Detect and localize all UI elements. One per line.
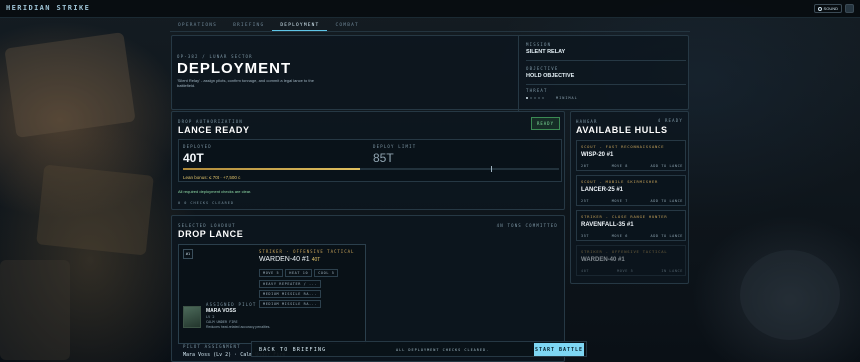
threat-value: MINIMAL — [556, 96, 578, 100]
pilot-card: ASSIGNED PILOT MARA VOSS LV 2 CALM UNDER… — [183, 302, 283, 335]
available-hulls-title: AVAILABLE HULLS — [576, 125, 668, 135]
pilot-avatar — [183, 306, 201, 328]
weapon-chip: HEAVY REPEATER / ... — [259, 280, 322, 288]
hull-card[interactable]: SCOUT - FAST RECONNAISSANCE WISP-20 #1 2… — [576, 140, 686, 171]
add-to-lance-button[interactable]: ADD TO LANCE — [651, 199, 684, 203]
objective-value: HOLD OBJECTIVE — [526, 73, 575, 79]
mech-name-text: WARDEN-40 #1 — [259, 256, 310, 263]
tab-briefing[interactable]: BRIEFING — [225, 20, 272, 31]
slot-badge: #1 — [183, 249, 193, 259]
pilot-level: LV 2 — [206, 315, 215, 319]
hull-name: LANCER-25 #1 — [581, 187, 624, 193]
pilot-name: MARA VOSS — [206, 308, 237, 314]
nav-tabs: OPERATIONS BRIEFING DEPLOYMENT COMBAT — [170, 20, 690, 32]
selected-loadout-label: SELECTED LOADOUT — [178, 223, 236, 228]
toggle-dot-icon — [817, 6, 822, 11]
deployed-label: DEPLOYED — [183, 144, 212, 149]
hangar-panel: HANGAR 4 READY AVAILABLE HULLS SCOUT - F… — [570, 111, 689, 284]
hull-move: MOVE 6 — [611, 234, 628, 238]
lean-threshold-marker — [491, 166, 493, 172]
sound-toggle-label: SOUND — [823, 6, 838, 11]
tab-deployment[interactable]: DEPLOYMENT — [272, 20, 328, 31]
hull-class: STRIKER - CLOSE RANGE HUNTER — [581, 214, 668, 219]
hull-move: MOVE 5 — [617, 269, 634, 273]
checks-cleared: 0 0 CHECKS CLEARED — [178, 201, 234, 205]
drop-lance-title: DROP LANCE — [178, 229, 244, 239]
sector-label: OP-382 / LUNAR SECTOR — [177, 54, 253, 59]
page-title: DEPLOYMENT — [177, 60, 292, 77]
stat-heat: HEAT 10 — [285, 269, 313, 277]
top-bar: HERIDIAN STRIKE SOUND — [0, 0, 860, 18]
pilot-perk: CALM UNDER FIRE — [206, 320, 238, 324]
add-to-lance-button[interactable]: ADD TO LANCE — [651, 234, 684, 238]
in-lance-label: IN LANCE — [661, 269, 683, 273]
mech-class: STRIKER - OFFENSIVE TACTICAL — [259, 249, 355, 254]
tonnage-bar — [183, 166, 559, 172]
mech-stats: MOVE 5 HEAT 10 COOL 5 — [259, 269, 365, 277]
deployment-header: OP-382 / LUNAR SECTOR DEPLOYMENT 'Silent… — [171, 35, 689, 111]
tab-combat[interactable]: COMBAT — [327, 20, 366, 31]
tonnage-bar-fill — [183, 168, 360, 170]
hull-name: RAVENFALL-35 #1 — [581, 222, 634, 228]
hull-class: STRIKER - OFFENSIVE TACTICAL — [581, 249, 668, 254]
back-to-briefing-button[interactable]: BACK TO BRIEFING — [256, 345, 329, 354]
stat-move: MOVE 5 — [259, 269, 284, 277]
threat-label: THREAT — [526, 88, 548, 93]
hull-name: WARDEN-40 #1 — [581, 257, 625, 263]
hull-tons: 40T — [581, 269, 590, 273]
tons-committed: 4N TONS COMMITTED — [496, 223, 558, 228]
mission-label: MISSION — [526, 42, 552, 47]
pilot-assignment-label: PILOT ASSIGNMENT — [183, 344, 241, 349]
hangar-count: 4 READY — [657, 118, 683, 123]
lance-ready-title: LANCE READY — [178, 125, 250, 135]
app-title: HERIDIAN STRIKE — [6, 4, 91, 12]
pilot-perk-description: Reduces heat-related accuracy penalties. — [206, 325, 271, 329]
sound-toggle[interactable]: SOUND — [813, 4, 842, 13]
mission-info: MISSION SILENT RELAY OBJECTIVE HOLD OBJE… — [518, 36, 688, 111]
weapon-chip: MEDIUM MISSILE RA... — [259, 290, 322, 298]
hull-name: WISP-20 #1 — [581, 152, 614, 158]
lean-bonus-text: Lean bonus: ≤ 70t · +7,500 c — [183, 175, 241, 180]
tonnage-meter: DEPLOYED 40T DEPLOY LIMIT 85T Lean bonus… — [178, 139, 562, 182]
hull-card-in-lance: STRIKER - OFFENSIVE TACTICAL WARDEN-40 #… — [576, 245, 686, 276]
hull-class: SCOUT - MOBILE SKIRMISHER — [581, 179, 659, 184]
hull-card[interactable]: SCOUT - MOBILE SKIRMISHER LANCER-25 #1 2… — [576, 175, 686, 206]
start-battle-button[interactable]: START BATTLE — [534, 343, 584, 356]
mech-tons: 40T — [311, 257, 321, 263]
lance-ready-panel: DROP AUTHORIZATION LANCE READY READY DEP… — [171, 111, 565, 210]
tab-operations[interactable]: OPERATIONS — [170, 20, 225, 31]
deployed-value: 40T — [183, 151, 204, 165]
ready-badge: READY — [530, 117, 560, 130]
stat-cool: COOL 5 — [314, 269, 339, 277]
threat-meter: MINIMAL — [526, 96, 686, 100]
limit-label: DEPLOY LIMIT — [373, 144, 417, 149]
drop-lance-panel: SELECTED LOADOUT DROP LANCE 4N TONS COMM… — [171, 215, 565, 362]
hull-move: MOVE 8 — [611, 164, 628, 168]
page-description: 'Silent Relay' - assign pilots, confirm … — [177, 78, 314, 88]
drop-authorization-label: DROP AUTHORIZATION — [178, 119, 243, 124]
hull-tons: 35T — [581, 234, 590, 238]
deployment-status: ALL DEPLOYMENT CHECKS CLEARED. — [396, 348, 490, 352]
hull-card[interactable]: STRIKER - CLOSE RANGE HUNTER RAVENFALL-3… — [576, 210, 686, 241]
limit-value: 85T — [373, 151, 394, 165]
mission-value: SILENT RELAY — [526, 49, 566, 55]
menu-button[interactable] — [845, 4, 854, 13]
hull-tons: 25T — [581, 199, 590, 203]
hull-class: SCOUT - FAST RECONNAISSANCE — [581, 144, 665, 149]
hull-move: MOVE 7 — [611, 199, 628, 203]
objective-label: OBJECTIVE — [526, 66, 559, 71]
hangar-label: HANGAR — [576, 119, 598, 124]
assigned-pilot-label: ASSIGNED PILOT — [206, 302, 257, 307]
add-to-lance-button[interactable]: ADD TO LANCE — [651, 164, 684, 168]
action-bar: BACK TO BRIEFING ALL DEPLOYMENT CHECKS C… — [251, 341, 587, 357]
checks-status: All required deployment checks are clear… — [178, 189, 252, 194]
hull-tons: 20T — [581, 164, 590, 168]
mech-name: WARDEN-40 #1 40T — [259, 256, 320, 263]
